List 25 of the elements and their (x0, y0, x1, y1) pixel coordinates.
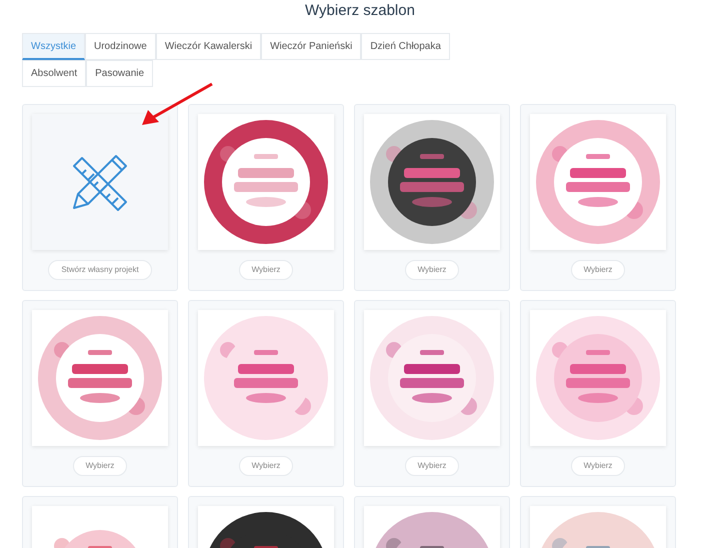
tab[interactable]: Wieczór Panieński (261, 33, 362, 60)
tab[interactable]: Wieczór Kawalerski (156, 33, 262, 60)
tab[interactable]: Urodzinowe (85, 33, 156, 60)
template-card[interactable]: Stwórz własny projekt (22, 104, 178, 291)
template-card[interactable]: Wybierz (188, 104, 344, 291)
select-button[interactable]: Wybierz (72, 456, 128, 476)
template-card[interactable]: Wybierz (354, 300, 510, 487)
template-card[interactable]: Wybierz (520, 104, 676, 291)
select-button[interactable]: Wybierz (404, 456, 460, 476)
tab[interactable]: Dzień Chłopaka (361, 33, 450, 60)
select-button[interactable]: Wybierz (404, 260, 460, 280)
custom-project-tile[interactable] (32, 114, 168, 250)
page-title: Wybierz szablon (305, 1, 415, 21)
select-button[interactable]: Wybierz (238, 456, 294, 476)
tab[interactable]: Pasowanie (86, 60, 154, 87)
template-card[interactable]: Wybierz (22, 300, 178, 487)
template-card[interactable]: Wybierz (188, 300, 344, 487)
select-button[interactable]: Wybierz (238, 260, 294, 280)
template-card[interactable]: Wybierz (354, 104, 510, 291)
select-button[interactable]: Wybierz (570, 456, 626, 476)
tab[interactable]: Absolwent (22, 60, 86, 87)
template-card[interactable]: Wybierz (520, 300, 676, 487)
select-button[interactable]: Wybierz (570, 260, 626, 280)
select-button[interactable]: Stwórz własny projekt (48, 260, 152, 280)
tab[interactable]: Wszystkie (22, 33, 85, 60)
